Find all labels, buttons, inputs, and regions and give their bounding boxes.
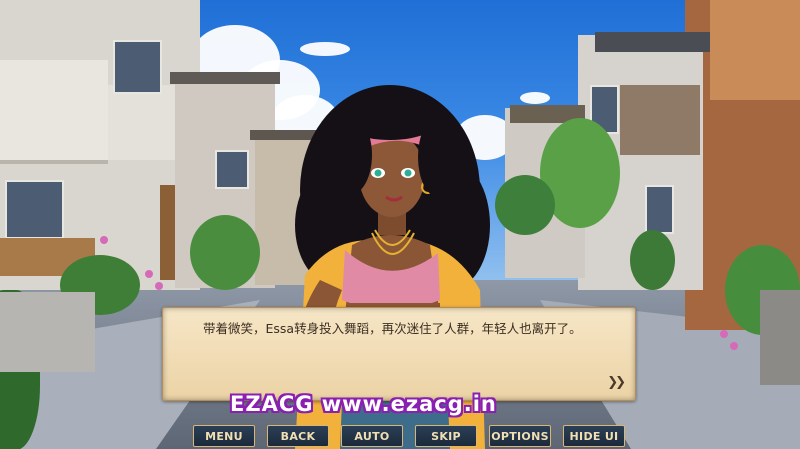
quick-menu-bar: MENU BACK AUTO SKIP OPTIONS HIDE UI: [193, 425, 625, 449]
flower: [730, 342, 738, 350]
dialogue-box[interactable]: 带着微笑，Essa转身投入舞蹈，再次迷住了人群，年轻人也离开了。 ❯❯: [162, 307, 636, 401]
shrub: [190, 215, 260, 290]
house-right-balcony: [620, 85, 700, 155]
tree: [495, 175, 555, 235]
window: [113, 40, 162, 94]
wall: [760, 290, 800, 385]
hide-ui-button[interactable]: HIDE UI: [563, 425, 625, 447]
auto-button[interactable]: AUTO: [341, 425, 403, 447]
window: [5, 180, 64, 239]
watermark-text: EZACG www.ezacg.in: [230, 392, 497, 416]
window: [215, 150, 249, 189]
skip-button[interactable]: SKIP: [415, 425, 477, 447]
roof: [170, 72, 280, 84]
roof: [595, 32, 710, 52]
cloud: [520, 92, 550, 104]
flower: [720, 330, 728, 338]
flower: [145, 270, 153, 278]
options-button[interactable]: OPTIONS: [489, 425, 551, 447]
back-button[interactable]: BACK: [267, 425, 329, 447]
double-chevron-right-icon[interactable]: ❯❯: [607, 375, 626, 390]
window: [645, 185, 674, 234]
house-left-balcony: [0, 60, 108, 164]
cloud: [300, 42, 350, 56]
house-right-front-upper: [710, 0, 800, 100]
dialogue-text: 带着微笑，Essa转身投入舞蹈，再次迷住了人群，年轻人也离开了。: [203, 321, 582, 336]
flower: [100, 236, 108, 244]
menu-button[interactable]: MENU: [193, 425, 255, 447]
shrub: [630, 230, 675, 290]
flower: [155, 282, 163, 290]
wall: [0, 292, 95, 372]
